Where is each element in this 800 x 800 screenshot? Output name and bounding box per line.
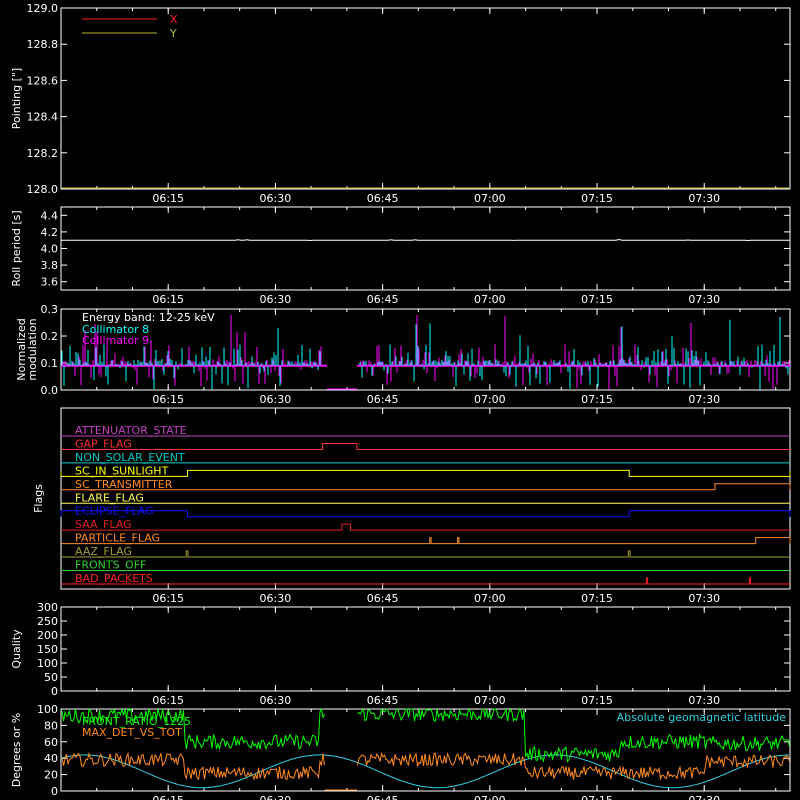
x-tick-label: 06:15	[152, 592, 184, 605]
y-axis-label: Flags	[32, 484, 45, 513]
y-tick-label: 128.2	[27, 147, 59, 160]
flag-label: SC_TRANSMITTER	[75, 478, 173, 491]
y-tick-label: 4.4	[41, 209, 59, 222]
y-tick-label: 3.6	[41, 276, 59, 289]
y-tick-label: 50	[44, 671, 58, 684]
flag-label: FLARE_FLAG	[75, 491, 144, 504]
x-tick-label: 06:45	[367, 192, 399, 205]
x-tick-label: 07:15	[581, 694, 613, 707]
legend-label: X	[170, 13, 178, 26]
y-tick-label: 129.0	[27, 2, 59, 15]
flag-label: NON_SOLAR_EVENT	[75, 451, 185, 464]
legend-label: MAX_DET_VS_TOT	[82, 726, 182, 739]
y-tick-label: 0	[51, 685, 58, 698]
x-tick-label: 07:30	[688, 192, 720, 205]
flag-label: AAZ_FLAG	[75, 545, 132, 558]
y-axis-label: Pointing ["]	[10, 68, 23, 129]
x-tick-label: 07:30	[688, 794, 720, 800]
y-tick-label: 250	[37, 615, 58, 628]
y-tick-label: 0.0	[41, 384, 59, 397]
y-tick-label: 4.2	[41, 226, 59, 239]
x-tick-label: 07:00	[474, 293, 506, 306]
x-tick-label: 07:00	[474, 393, 506, 406]
figure: 06:15 06:30 06:45 07:00 07:15 07:30 128.0 128.2…	[0, 0, 800, 800]
x-tick-label: 06:30	[260, 694, 292, 707]
x-tick-label: 06:45	[367, 293, 399, 306]
x-tick-label: 07:30	[688, 592, 720, 605]
x-tick-label: 07:15	[581, 794, 613, 800]
x-tick-label: 06:30	[260, 794, 292, 800]
x-tick-label: 07:30	[688, 393, 720, 406]
y-tick-label: 150	[37, 643, 58, 656]
x-tick-label: 06:45	[367, 393, 399, 406]
flag-label: BAD_PACKETS	[75, 572, 153, 585]
y-tick-label: 80	[44, 719, 58, 732]
y-tick-label: 300	[37, 601, 58, 614]
x-tick-label: 07:15	[581, 592, 613, 605]
x-tick-label: 06:30	[260, 192, 292, 205]
latitude-label: Absolute geomagnetic latitude	[617, 711, 787, 724]
flag-label: FRONTS_OFF	[75, 559, 146, 572]
y-tick-label: 128.0	[27, 183, 59, 196]
y-tick-label: 60	[44, 736, 58, 749]
y-tick-label: 100	[37, 703, 58, 716]
y-axis-label: modulation	[26, 318, 39, 380]
x-tick-label: 06:45	[367, 794, 399, 800]
y-tick-label: 3.8	[41, 259, 59, 272]
x-tick-label: 07:00	[474, 694, 506, 707]
x-tick-label: 06:15	[152, 393, 184, 406]
x-tick-label: 06:30	[260, 293, 292, 306]
x-tick-label: 07:00	[474, 192, 506, 205]
x-tick-label: 07:15	[581, 293, 613, 306]
x-tick-label: 07:30	[688, 293, 720, 306]
x-tick-label: 07:15	[581, 192, 613, 205]
y-axis-label: Roll period [s]	[10, 210, 23, 286]
y-tick-label: 0.3	[41, 303, 59, 316]
x-tick-label: 06:15	[152, 192, 184, 205]
x-tick-label: 06:30	[260, 393, 292, 406]
flag-label: PARTICLE_FLAG	[75, 532, 160, 545]
x-tick-label: 06:45	[367, 694, 399, 707]
y-tick-label: 0	[51, 785, 58, 798]
x-tick-label: 06:15	[152, 293, 184, 306]
y-tick-label: 20	[44, 769, 58, 782]
y-axis-label: Quality	[10, 629, 23, 669]
flag-label: ATTENUATOR_STATE	[75, 424, 187, 437]
flag-label: GAP_FLAG	[75, 437, 132, 450]
y-tick-label: 100	[37, 657, 58, 670]
y-axis-label: Degrees or %	[10, 713, 23, 787]
y-tick-label: 0.2	[41, 330, 59, 343]
y-tick-label: 128.8	[27, 38, 59, 51]
x-tick-label: 06:15	[152, 794, 184, 800]
flag-label: SC_IN_SUNLIGHT	[75, 464, 169, 477]
y-tick-label: 0.1	[41, 357, 59, 370]
x-tick-label: 07:00	[474, 592, 506, 605]
y-tick-label: 40	[44, 752, 58, 765]
y-tick-label: 128.6	[27, 74, 59, 87]
x-tick-label: 06:30	[260, 592, 292, 605]
legend-label: Collimator 9	[82, 334, 149, 347]
x-tick-label: 07:15	[581, 393, 613, 406]
x-tick-label: 07:00	[474, 794, 506, 800]
x-tick-label: 07:30	[688, 694, 720, 707]
y-tick-label: 4.0	[41, 243, 59, 256]
x-tick-label: 06:15	[152, 694, 184, 707]
x-tick-label: 06:45	[367, 592, 399, 605]
flag-label: SAA_FLAG	[75, 518, 132, 531]
y-tick-label: 128.4	[27, 111, 59, 124]
legend-label: Y	[169, 27, 177, 40]
y-tick-label: 200	[37, 629, 58, 642]
